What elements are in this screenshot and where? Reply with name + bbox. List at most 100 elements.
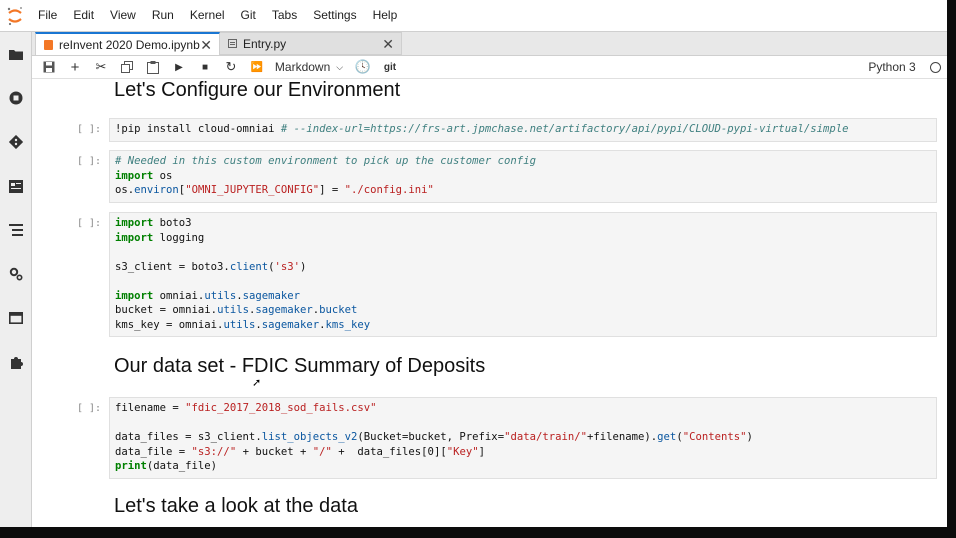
tab-notebook[interactable]: reInvent 2020 Demo.ipynb ✕ (35, 32, 220, 55)
code-token: "Contents" (682, 431, 747, 443)
close-icon[interactable]: ✕ (200, 37, 212, 54)
chevron-down-icon: ⌵ (336, 61, 344, 72)
copy-icon[interactable] (118, 56, 136, 78)
kernel-name[interactable]: Python 3 (867, 56, 917, 78)
code-token: "./config.ini" (344, 184, 434, 196)
fast-forward-icon[interactable]: ⏩ (247, 56, 267, 78)
tab-bar: reInvent 2020 Demo.ipynb ✕ Entry.py ✕ (32, 32, 947, 56)
cell-type-select[interactable]: Markdown ⌵ (273, 56, 345, 78)
stop-icon[interactable]: ■ (196, 56, 214, 78)
menubar: File Edit View Run Kernel Git Tabs Settings Help (0, 0, 947, 32)
code-token: "s3://" (191, 445, 237, 458)
code-token: "Key" (446, 445, 479, 458)
menu-edit[interactable]: Edit (65, 0, 102, 31)
restart-icon[interactable]: ↻ (222, 56, 240, 78)
property-inspector-icon[interactable] (0, 164, 31, 208)
cell-prompt: [ ]: (77, 124, 102, 135)
menu-kernel[interactable]: Kernel (182, 0, 233, 31)
code-token: logging (153, 231, 205, 244)
code-token: + data_files[0][ (331, 445, 447, 458)
markdown-heading: Let's take a look at the data (114, 495, 358, 517)
mouse-cursor-icon: ➚ (252, 377, 262, 389)
jupyterlab-window: File Edit View Run Kernel Git Tabs Settings Help… (0, 0, 947, 527)
code-line: kms_key = omniai.utils.sagemaker.kms_key (115, 318, 931, 333)
close-icon[interactable]: ✕ (382, 36, 394, 53)
code-line: import boto3 (115, 216, 931, 231)
code-line: print(data_file) (115, 459, 931, 474)
save-icon[interactable] (40, 56, 58, 78)
menu-file[interactable]: File (30, 0, 65, 31)
git-icon[interactable] (0, 120, 31, 164)
jupyter-logo-icon[interactable] (0, 0, 30, 31)
code-token: utils (217, 304, 249, 316)
tabs-icon[interactable] (0, 296, 31, 340)
notebook-icon (44, 39, 53, 50)
add-cell-icon[interactable]: + (66, 56, 84, 78)
menu-tabs[interactable]: Tabs (264, 0, 305, 31)
code-token: "data/train/" (504, 431, 587, 443)
cell-type-value: Markdown (274, 60, 331, 74)
notebook-toolbar: + ✂ ▶ ■ ↻ ⏩ Markdown ⌵ 🕓 git Python 3 (32, 56, 947, 79)
code-token: boto3 (153, 217, 192, 229)
code-line: # Needed in this custom environment to p… (115, 154, 931, 169)
git-button[interactable]: git (379, 56, 401, 78)
code-token: ] (478, 445, 485, 458)
code-token: list_objects_v2 (261, 431, 358, 443)
clock-icon[interactable]: 🕓 (354, 56, 372, 78)
code-token: # --index-url=https://frs-art.jpmchase.n… (280, 123, 849, 135)
cut-icon[interactable]: ✂ (92, 56, 110, 78)
markdown-heading: Let's Configure our Environment (114, 79, 401, 101)
code-token: utils (223, 318, 256, 331)
menu-help[interactable]: Help (365, 0, 406, 31)
code-token: bucket = omniai. (115, 304, 218, 316)
tab-label: Entry.py (243, 36, 287, 51)
code-line: import omniai.utils.sagemaker (115, 289, 931, 304)
git-label: git (383, 61, 397, 73)
notebook-panel: Let's Configure our Environment [ ]: !pip … (32, 79, 947, 527)
code-token: os (153, 169, 173, 182)
code-line: os.environ["OMNI_JUPYTER_CONFIG"] = "./c… (115, 183, 931, 198)
menu-run[interactable]: Run (144, 0, 182, 31)
run-icon[interactable]: ▶ (170, 56, 188, 78)
table-of-contents-icon[interactable] (0, 208, 31, 252)
code-line: filename = "fdic_2017_2018_sod_fails.csv… (115, 401, 931, 416)
code-cell[interactable]: filename = "fdic_2017_2018_sod_fails.csv… (109, 397, 937, 479)
tab-label: reInvent 2020 Demo.ipynb (59, 37, 200, 52)
menu-view[interactable]: View (102, 0, 144, 31)
paste-icon[interactable] (144, 56, 162, 78)
code-token: ) (300, 260, 307, 273)
code-line: import os (115, 169, 931, 184)
extension-settings-icon[interactable] (0, 252, 31, 296)
left-sidebar (0, 32, 32, 527)
code-token: (data_file) (146, 460, 218, 472)
code-token: sagemaker (261, 318, 320, 331)
code-cell[interactable]: !pip install cloud-omniai # --index-url=… (109, 118, 937, 142)
code-token: print (115, 460, 147, 472)
code-token: import (115, 289, 154, 302)
code-cell[interactable]: import boto3 import logging s3_client = bo… (109, 212, 937, 337)
menu-settings[interactable]: Settings (305, 0, 364, 31)
code-token: client (229, 260, 269, 273)
code-token: ) (746, 431, 753, 443)
code-token: get (657, 431, 677, 443)
code-token: # Needed in this custom environment to p… (115, 155, 536, 167)
extension-manager-icon[interactable] (0, 340, 31, 384)
code-cell[interactable]: # Needed in this custom environment to p… (109, 150, 937, 203)
code-token: "/" (312, 445, 332, 458)
code-token: (Bucket=bucket, Prefix= (357, 431, 505, 443)
tab-entry-py[interactable]: Entry.py ✕ (220, 32, 402, 55)
menu-git[interactable]: Git (233, 0, 264, 31)
kernel-status-icon (927, 56, 943, 78)
code-token: import (115, 169, 154, 182)
code-token: !pip install cloud-omniai (115, 123, 281, 135)
code-token: environ (134, 184, 179, 196)
code-line: s3_client = boto3.client('s3') (115, 260, 931, 275)
folder-icon[interactable] (0, 32, 31, 76)
code-token: sagemaker (255, 304, 313, 316)
code-token: filename = (115, 402, 186, 414)
running-icon[interactable] (0, 76, 31, 120)
code-token: omniai. (153, 289, 205, 302)
code-line: data_files = s3_client.list_objects_v2(B… (115, 430, 931, 445)
